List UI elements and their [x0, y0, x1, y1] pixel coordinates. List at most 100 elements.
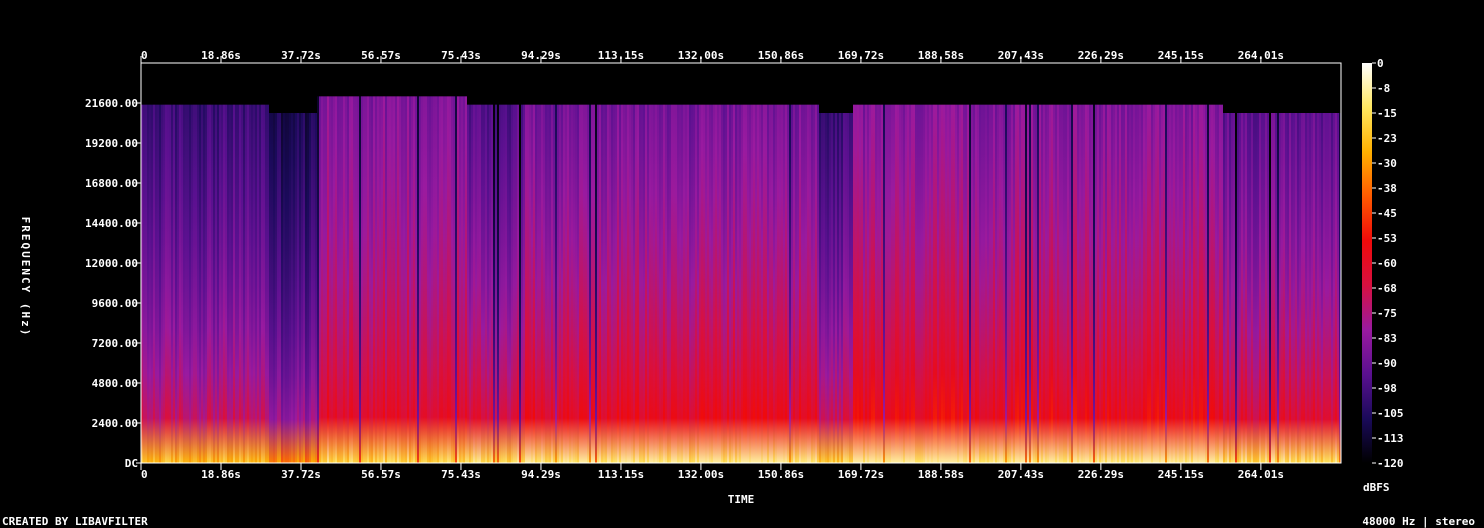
spectrogram-column: [145, 104, 147, 464]
spectrogram-column: [989, 104, 991, 464]
spectrogram-column: [1269, 113, 1271, 463]
spectrogram-column: [303, 113, 305, 463]
spectrogram-column: [463, 96, 465, 463]
spectrogram-column: [1249, 113, 1251, 463]
spectrogram-column: [573, 104, 575, 464]
spectrogram-column: [367, 96, 369, 463]
spectrogram-column: [673, 104, 675, 464]
spectrogram-column: [877, 104, 879, 464]
spectrogram-column: [387, 96, 389, 463]
colorbar-tick-label: -113: [1377, 432, 1404, 445]
spectrogram-column: [1233, 113, 1235, 463]
spectrogram-column: [921, 104, 923, 464]
spectrogram-column: [1005, 104, 1007, 464]
spectrogram-column: [733, 104, 735, 464]
spectrogram-column: [1149, 104, 1151, 464]
y-tick-label: 12000.00: [85, 257, 138, 270]
spectrogram-column: [515, 104, 517, 464]
spectrogram-column: [767, 104, 769, 464]
spectrogram-column: [1085, 104, 1087, 464]
spectrogram-column: [1307, 113, 1309, 463]
spectrogram-column: [511, 104, 513, 464]
spectrogram-column: [1219, 104, 1221, 464]
spectrogram-column: [269, 113, 271, 463]
spectrogram-column: [773, 104, 775, 464]
spectrogram-column: [721, 104, 723, 464]
spectrogram-column: [623, 104, 625, 464]
spectrogram-column: [811, 104, 813, 464]
spectrogram-column: [1175, 104, 1177, 464]
spectrogram-column: [1271, 113, 1273, 463]
spectrogram-column: [237, 104, 239, 464]
spectrogram-column: [249, 104, 251, 464]
spectrogram-column: [403, 96, 405, 463]
spectrogram-column: [407, 96, 409, 463]
spectrogram-column: [639, 104, 641, 464]
spectrogram-column: [1303, 113, 1305, 463]
spectrogram-column: [209, 104, 211, 464]
spectrogram-column: [513, 104, 515, 464]
spectrogram-column: [665, 104, 667, 464]
spectrogram-column: [371, 96, 373, 463]
footer-credit: CREATED BY LIBAVFILTER: [2, 515, 148, 528]
spectrogram-column: [897, 104, 899, 464]
spectrogram-column: [1209, 104, 1211, 464]
spectrogram-column: [991, 104, 993, 464]
spectrogram-column: [1243, 113, 1245, 463]
spectrogram-column: [895, 104, 897, 464]
spectrogram-column: [423, 96, 425, 463]
spectrogram-column: [1079, 104, 1081, 464]
x-axis-label: TIME: [728, 493, 755, 506]
spectrogram-column: [1031, 104, 1033, 464]
spectrogram-column: [459, 96, 461, 463]
spectrogram-column: [223, 104, 225, 464]
spectrogram-column: [925, 104, 927, 464]
spectrogram-column: [1223, 113, 1225, 463]
spectrogram-column: [769, 104, 771, 464]
spectrogram-column: [147, 104, 149, 464]
spectrogram-column: [307, 113, 309, 463]
spectrogram-column: [483, 104, 485, 464]
spectrogram-column: [613, 104, 615, 464]
spectrogram-column: [595, 104, 597, 464]
spectrogram-column: [331, 96, 333, 463]
spectrogram-column: [535, 104, 537, 464]
colorbar-tick-label: -120: [1377, 457, 1404, 470]
y-tick-label: 16800.00: [85, 177, 138, 190]
spectrogram-column: [317, 96, 319, 463]
y-axis-label: FREQUENCY (Hz): [19, 217, 32, 338]
spectrogram-column: [497, 104, 499, 464]
spectrogram-column: [995, 104, 997, 464]
spectrogram-column: [531, 104, 533, 464]
spectrogram-column: [987, 104, 989, 464]
spectrogram-column: [893, 104, 895, 464]
spectrogram-column: [243, 104, 245, 464]
spectrogram-column: [545, 104, 547, 464]
spectrogram-column: [1305, 113, 1307, 463]
spectrogram-column: [1127, 104, 1129, 464]
spectrogram-column: [621, 104, 623, 464]
colorbar-tick-label: -105: [1377, 407, 1404, 420]
spectrogram-column: [377, 96, 379, 463]
spectrogram-column: [831, 113, 833, 463]
spectrogram-column: [657, 104, 659, 464]
spectrogram-column: [393, 96, 395, 463]
spectrogram-column: [1117, 104, 1119, 464]
spectrogram-column: [1213, 104, 1215, 464]
spectrogram-column: [1171, 104, 1173, 464]
spectrogram-column: [691, 104, 693, 464]
spectrogram-column: [523, 104, 525, 464]
spectrogram-column: [1043, 104, 1045, 464]
spectrogram-column: [315, 113, 317, 463]
x-tick-label-bottom: 264.01s: [1238, 468, 1284, 481]
spectrogram-column: [687, 104, 689, 464]
spectrogram-column: [885, 104, 887, 464]
spectrogram-column: [167, 104, 169, 464]
spectrogram-column: [1135, 104, 1137, 464]
spectrogram-column: [701, 104, 703, 464]
spectrogram-column: [429, 96, 431, 463]
spectrogram-column: [557, 104, 559, 464]
spectrogram-column: [927, 104, 929, 464]
spectrogram-column: [233, 104, 235, 464]
spectrogram-column: [1329, 113, 1331, 463]
